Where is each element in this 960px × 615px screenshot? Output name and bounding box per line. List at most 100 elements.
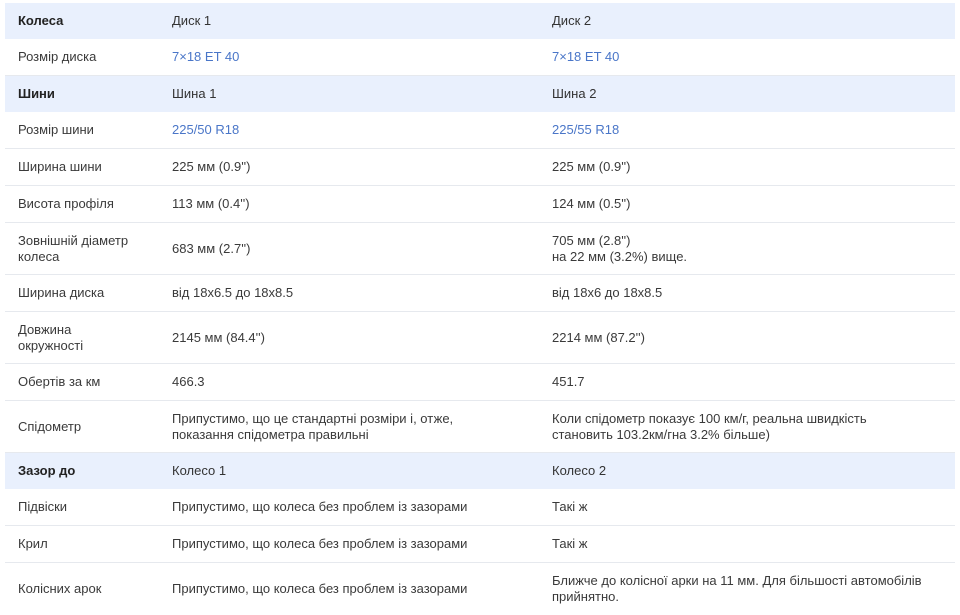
value-2-line: 225/55 R18 [552,122,620,137]
value-1-line: 2145 мм (84.4'') [172,329,265,345]
row-label-line: окружності [18,337,84,353]
value-2-line: 7×18 ET 40 [552,49,620,64]
value-2: 705 мм (2.8'') на 22 мм (3.2%) вище. [539,233,955,265]
row-label: Крил [5,536,160,552]
row-label: Спідометр [5,419,160,435]
table-row: Розмір шини 225/50 R18 225/55 R18 [5,112,955,149]
value-2: Такі ж [539,499,955,515]
value-1-line: Припустимо, що колеса без проблем із заз… [172,536,468,551]
value-1-line: показання спідометра правильні [172,426,369,442]
section-title: Зазор до [18,463,76,478]
value-2: Коли спідометр показує 100 км/г, реальна… [539,411,955,443]
section-title: Колеса [18,13,64,28]
table-row: Ширина шини 225 мм (0.9'') 225 мм (0.9'') [5,149,955,186]
value-2-line: від 18x6 до 18x8.5 [552,285,663,300]
value-1-line: 225 мм (0.9'') [172,159,251,174]
row-label-line: Висота профіля [18,196,114,211]
table-row: Висота профіля 113 мм (0.4'') 124 мм (0.5'… [5,186,955,223]
comparison-table: Колеса Диск 1 Диск 2 Розмір диска 7×18 ET 40… [5,3,955,615]
value-2: Такі ж [539,536,955,552]
row-label: Ширина диска [5,285,160,301]
value-1: Припустимо, що це стандартні розміри і, … [160,411,539,443]
table-row: Розмір диска 7×18 ET 40 7×18 ET 40 [5,39,955,76]
value-1-line: від 18x6.5 до 18x8.5 [172,285,294,300]
row-label-line: Ширина шини [18,159,102,174]
section-header-row: Колеса Диск 1 Диск 2 [5,3,955,39]
column-header: Колесо 1 [172,463,227,478]
value-1-line: 683 мм (2.7'') [172,240,251,256]
value-2: Ближче до колісної арки на 11 мм. Для бі… [539,573,955,605]
row-label-line: Розмір шини [18,122,94,137]
section-header-row: Зазор до Колесо 1 Колесо 2 [5,453,955,489]
value-2-line: на 22 мм (3.2%) вище. [552,248,688,264]
value-2: 225/55 R18 [539,122,955,138]
row-label: Підвіски [5,499,160,515]
value-1: 683 мм (2.7'') [160,241,539,257]
row-label-line: Крил [18,536,48,551]
row-label: Зовнішній діаметр колеса [5,233,160,265]
row-label-line: Довжина [18,321,72,337]
table-row: Колісних арок Припустимо, що колеса без п… [5,563,955,615]
row-label-line: Спідометр [18,418,82,434]
value-1-line: 466.3 [172,374,205,389]
row-label: Розмір диска [5,49,160,65]
column-header: Шина 2 [552,86,597,101]
table-row: Ширина диска від 18x6.5 до 18x8.5 від 18x6… [5,275,955,312]
row-label-line: колеса [18,248,60,264]
column-header: Колесо 2 [552,463,607,478]
table-row: Спідометр Припустимо, що це стандартні ро… [5,401,955,453]
value-2-line: становить 103.2км/гна 3.2% більше) [552,426,770,442]
value-1-line: Припустимо, що це стандартні розміри і, … [172,410,454,426]
table-row: Обертів за км 466.3 451.7 [5,364,955,401]
row-label-line: Ширина диска [18,285,105,300]
row-label: Висота профіля [5,196,160,212]
value-2-line: Такі ж [552,499,588,514]
row-label: Довжина окружності [5,322,160,354]
column-header: Диск 1 [172,13,212,28]
value-1-line: Припустимо, що колеса без проблем із заз… [172,499,468,514]
column-header: Диск 2 [552,13,592,28]
row-label: Ширина шини [5,159,160,175]
value-1-line: Припустимо, що колеса без проблем із заз… [172,581,468,596]
value-2-line: Такі ж [552,536,588,551]
value-1: 2145 мм (84.4'') [160,330,539,346]
value-2-line: Ближче до колісної арки на 11 мм. Для бі… [552,573,922,588]
value-2: 7×18 ET 40 [539,49,955,65]
value-2-line: 2214 мм (87.2'') [552,329,645,345]
value-2-line: 705 мм (2.8'') [552,232,631,248]
table-row: Зовнішній діаметр колеса 683 мм (2.7'') 705… [5,223,955,275]
value-2-line: 225 мм (0.9'') [552,159,631,174]
section-title: Шини [18,86,55,101]
value-1: 225 мм (0.9'') [160,159,539,175]
value-1: Припустимо, що колеса без проблем із заз… [160,581,539,597]
value-1: 7×18 ET 40 [160,49,539,65]
value-1: Припустимо, що колеса без проблем із заз… [160,499,539,515]
row-label-line: Обертів за км [18,374,101,389]
section-header-row: Шини Шина 1 Шина 2 [5,76,955,112]
value-2-line: 124 мм (0.5'') [552,196,631,211]
value-2: 451.7 [539,374,955,390]
table-row: Крил Припустимо, що колеса без проблем із… [5,526,955,563]
value-2: від 18x6 до 18x8.5 [539,285,955,301]
value-2: 2214 мм (87.2'') [539,330,955,346]
value-2: 225 мм (0.9'') [539,159,955,175]
value-2: 124 мм (0.5'') [539,196,955,212]
value-1: від 18x6.5 до 18x8.5 [160,285,539,301]
value-2-line: Коли спідометр показує 100 км/г, реальна… [552,410,867,426]
table-row: Довжина окружності 2145 мм (84.4'') 2214 мм… [5,312,955,364]
value-1: Припустимо, що колеса без проблем із заз… [160,536,539,552]
row-label-line: Колісних арок [18,581,102,596]
row-label: Обертів за км [5,374,160,390]
value-2-line: 451.7 [552,374,585,389]
value-1-line: 7×18 ET 40 [172,49,240,64]
table-row: Підвіски Припустимо, що колеса без пробле… [5,489,955,526]
row-label-line: Підвіски [18,499,68,514]
value-2-line: прийнятно. [552,589,619,604]
column-header: Шина 1 [172,86,217,101]
row-label-line: Зовнішній діаметр [18,232,129,248]
value-1: 225/50 R18 [160,122,539,138]
row-label: Колісних арок [5,581,160,597]
row-label-line: Розмір диска [18,49,97,64]
value-1: 113 мм (0.4'') [160,196,539,212]
row-label: Розмір шини [5,122,160,138]
